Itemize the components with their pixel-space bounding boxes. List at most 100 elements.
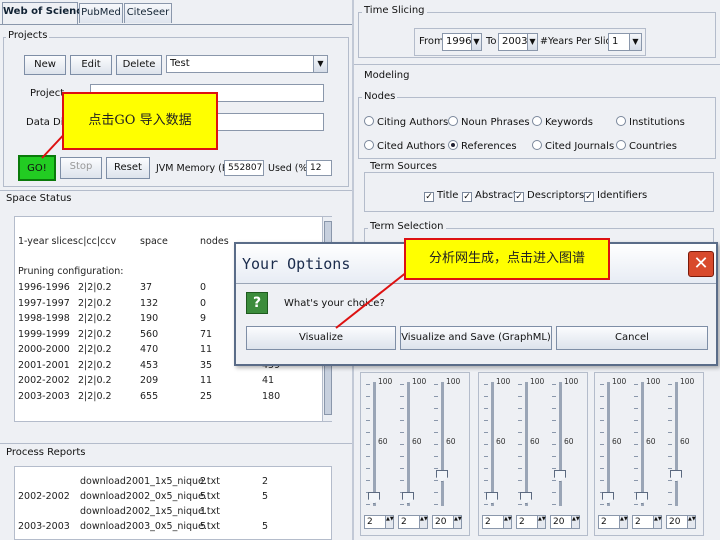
slider-spinner[interactable]: 2 ▲▼: [632, 515, 662, 529]
visualize-and-save-button[interactable]: Visualize and Save (GraphML): [400, 326, 552, 350]
slider-thumb[interactable]: [602, 492, 614, 504]
radio-indicator[interactable]: [532, 116, 542, 126]
node-option-radio[interactable]: References: [448, 140, 517, 153]
spinner-arrows-icon[interactable]: ▲▼: [571, 516, 580, 528]
cancel-button[interactable]: Cancel: [556, 326, 708, 350]
slider-tick: [600, 384, 604, 385]
slider-track[interactable]: [373, 382, 376, 506]
spinner-arrows-icon[interactable]: ▲▼: [419, 516, 428, 528]
reset-button[interactable]: Reset: [106, 157, 150, 179]
radio-label: Noun Phrases: [461, 117, 530, 128]
table-cell: 2|2|0.2: [78, 297, 112, 309]
chevron-down-icon[interactable]: ▼: [471, 34, 481, 50]
node-option-radio[interactable]: Cited Journals: [532, 140, 614, 153]
radio-indicator[interactable]: [448, 116, 458, 126]
slider-thumb[interactable]: [486, 492, 498, 504]
from-select[interactable]: 1996 ▼: [442, 33, 482, 51]
slider-tick: [434, 444, 438, 445]
node-option-radio[interactable]: Keywords: [532, 116, 593, 129]
visualize-button[interactable]: Visualize: [246, 326, 396, 350]
slider-tick: [434, 396, 438, 397]
radio-label: Institutions: [629, 117, 685, 128]
spinner-arrows-icon[interactable]: ▲▼: [537, 516, 546, 528]
spinner-arrows-icon[interactable]: ▲▼: [453, 516, 462, 528]
slider-track[interactable]: [441, 382, 444, 506]
term-source-checkbox[interactable]: ✓ Identifiers: [584, 190, 647, 202]
term-source-checkbox[interactable]: ✓ Descriptors: [514, 190, 584, 202]
checkbox-indicator[interactable]: ✓: [584, 192, 594, 202]
projects-title: Projects: [6, 30, 50, 41]
time-slicing-title: Time Slicing: [362, 5, 427, 16]
slider-tick: [518, 456, 522, 457]
slider-thumb[interactable]: [520, 492, 532, 504]
spinner-arrows-icon[interactable]: ▲▼: [653, 516, 662, 528]
radio-indicator[interactable]: [364, 116, 374, 126]
tab-pubmed[interactable]: PubMed: [79, 3, 123, 23]
radio-indicator[interactable]: [616, 116, 626, 126]
slider-track[interactable]: [675, 382, 678, 506]
delete-button[interactable]: Delete: [116, 55, 162, 75]
slider-spinner[interactable]: 20 ▲▼: [666, 515, 696, 529]
node-option-radio[interactable]: Cited Authors: [364, 140, 445, 153]
slider-tick: [634, 432, 638, 433]
edit-button[interactable]: Edit: [70, 55, 112, 75]
table-cell: 1996-1996: [18, 282, 70, 293]
term-source-checkbox[interactable]: ✓ Title: [424, 190, 458, 202]
spinner-arrows-icon[interactable]: ▲▼: [385, 516, 394, 528]
table-cell: 35: [200, 359, 213, 371]
spinner-arrows-icon[interactable]: ▲▼: [503, 516, 512, 528]
slider-tick: [484, 432, 488, 433]
slider-tick: [366, 468, 370, 469]
slider-track[interactable]: [407, 382, 410, 506]
tab-citeseer[interactable]: CiteSeer: [124, 3, 172, 23]
stop-button[interactable]: Stop: [60, 157, 102, 179]
slider-spinner[interactable]: 20 ▲▼: [550, 515, 580, 529]
slider-thumb[interactable]: [368, 492, 380, 504]
chevron-down-icon[interactable]: ▼: [313, 56, 327, 72]
radio-indicator[interactable]: [616, 140, 626, 150]
checkbox-indicator[interactable]: ✓: [462, 192, 472, 202]
slider-track[interactable]: [491, 382, 494, 506]
chevron-down-icon[interactable]: ▼: [629, 34, 641, 50]
chevron-down-icon[interactable]: ▼: [527, 34, 537, 50]
table-cell: 190: [140, 313, 159, 324]
slider-track[interactable]: [641, 382, 644, 506]
radio-indicator[interactable]: [532, 140, 542, 150]
project-select[interactable]: Test ▼: [166, 55, 328, 73]
slider-spinner[interactable]: 2 ▲▼: [364, 515, 394, 529]
new-button[interactable]: New: [24, 55, 66, 75]
years-per-slice-select[interactable]: 1 ▼: [608, 33, 642, 51]
node-option-radio[interactable]: Citing Authors: [364, 116, 448, 129]
close-button[interactable]: ✕: [688, 251, 714, 277]
slider-spinner[interactable]: 20 ▲▼: [432, 515, 462, 529]
slider-track[interactable]: [607, 382, 610, 506]
spinner-arrows-icon[interactable]: ▲▼: [687, 516, 696, 528]
slider-track[interactable]: [525, 382, 528, 506]
term-source-checkbox[interactable]: ✓ Abstract: [462, 190, 517, 202]
radio-indicator[interactable]: [364, 140, 374, 150]
go-button[interactable]: GO!: [18, 155, 56, 181]
slider-tick: [668, 432, 672, 433]
table-cell: 655: [140, 390, 159, 402]
slider-spinner[interactable]: 2 ▲▼: [398, 515, 428, 529]
table-cell: 2|2|0.2: [78, 359, 112, 371]
slider-spinner[interactable]: 2 ▲▼: [482, 515, 512, 529]
radio-label: Keywords: [545, 117, 593, 128]
radio-indicator[interactable]: [448, 140, 458, 150]
node-option-radio[interactable]: Countries: [616, 140, 677, 153]
to-select[interactable]: 2003 ▼: [498, 33, 538, 51]
checkbox-indicator[interactable]: ✓: [424, 192, 434, 202]
slider-thumb[interactable]: [636, 492, 648, 504]
slider-mid-label: 60: [446, 437, 456, 446]
spinner-arrows-icon[interactable]: ▲▼: [619, 516, 628, 528]
slider-tick: [600, 456, 604, 457]
nodes-title: Nodes: [362, 91, 398, 102]
tab-web-of-science[interactable]: Web of Science: [2, 2, 89, 24]
slider-spinner[interactable]: 2 ▲▼: [598, 515, 628, 529]
slider-track[interactable]: [559, 382, 562, 506]
slider-thumb[interactable]: [402, 492, 414, 504]
slider-spinner[interactable]: 2 ▲▼: [516, 515, 546, 529]
node-option-radio[interactable]: Institutions: [616, 116, 685, 129]
node-option-radio[interactable]: Noun Phrases: [448, 116, 530, 129]
checkbox-indicator[interactable]: ✓: [514, 192, 524, 202]
